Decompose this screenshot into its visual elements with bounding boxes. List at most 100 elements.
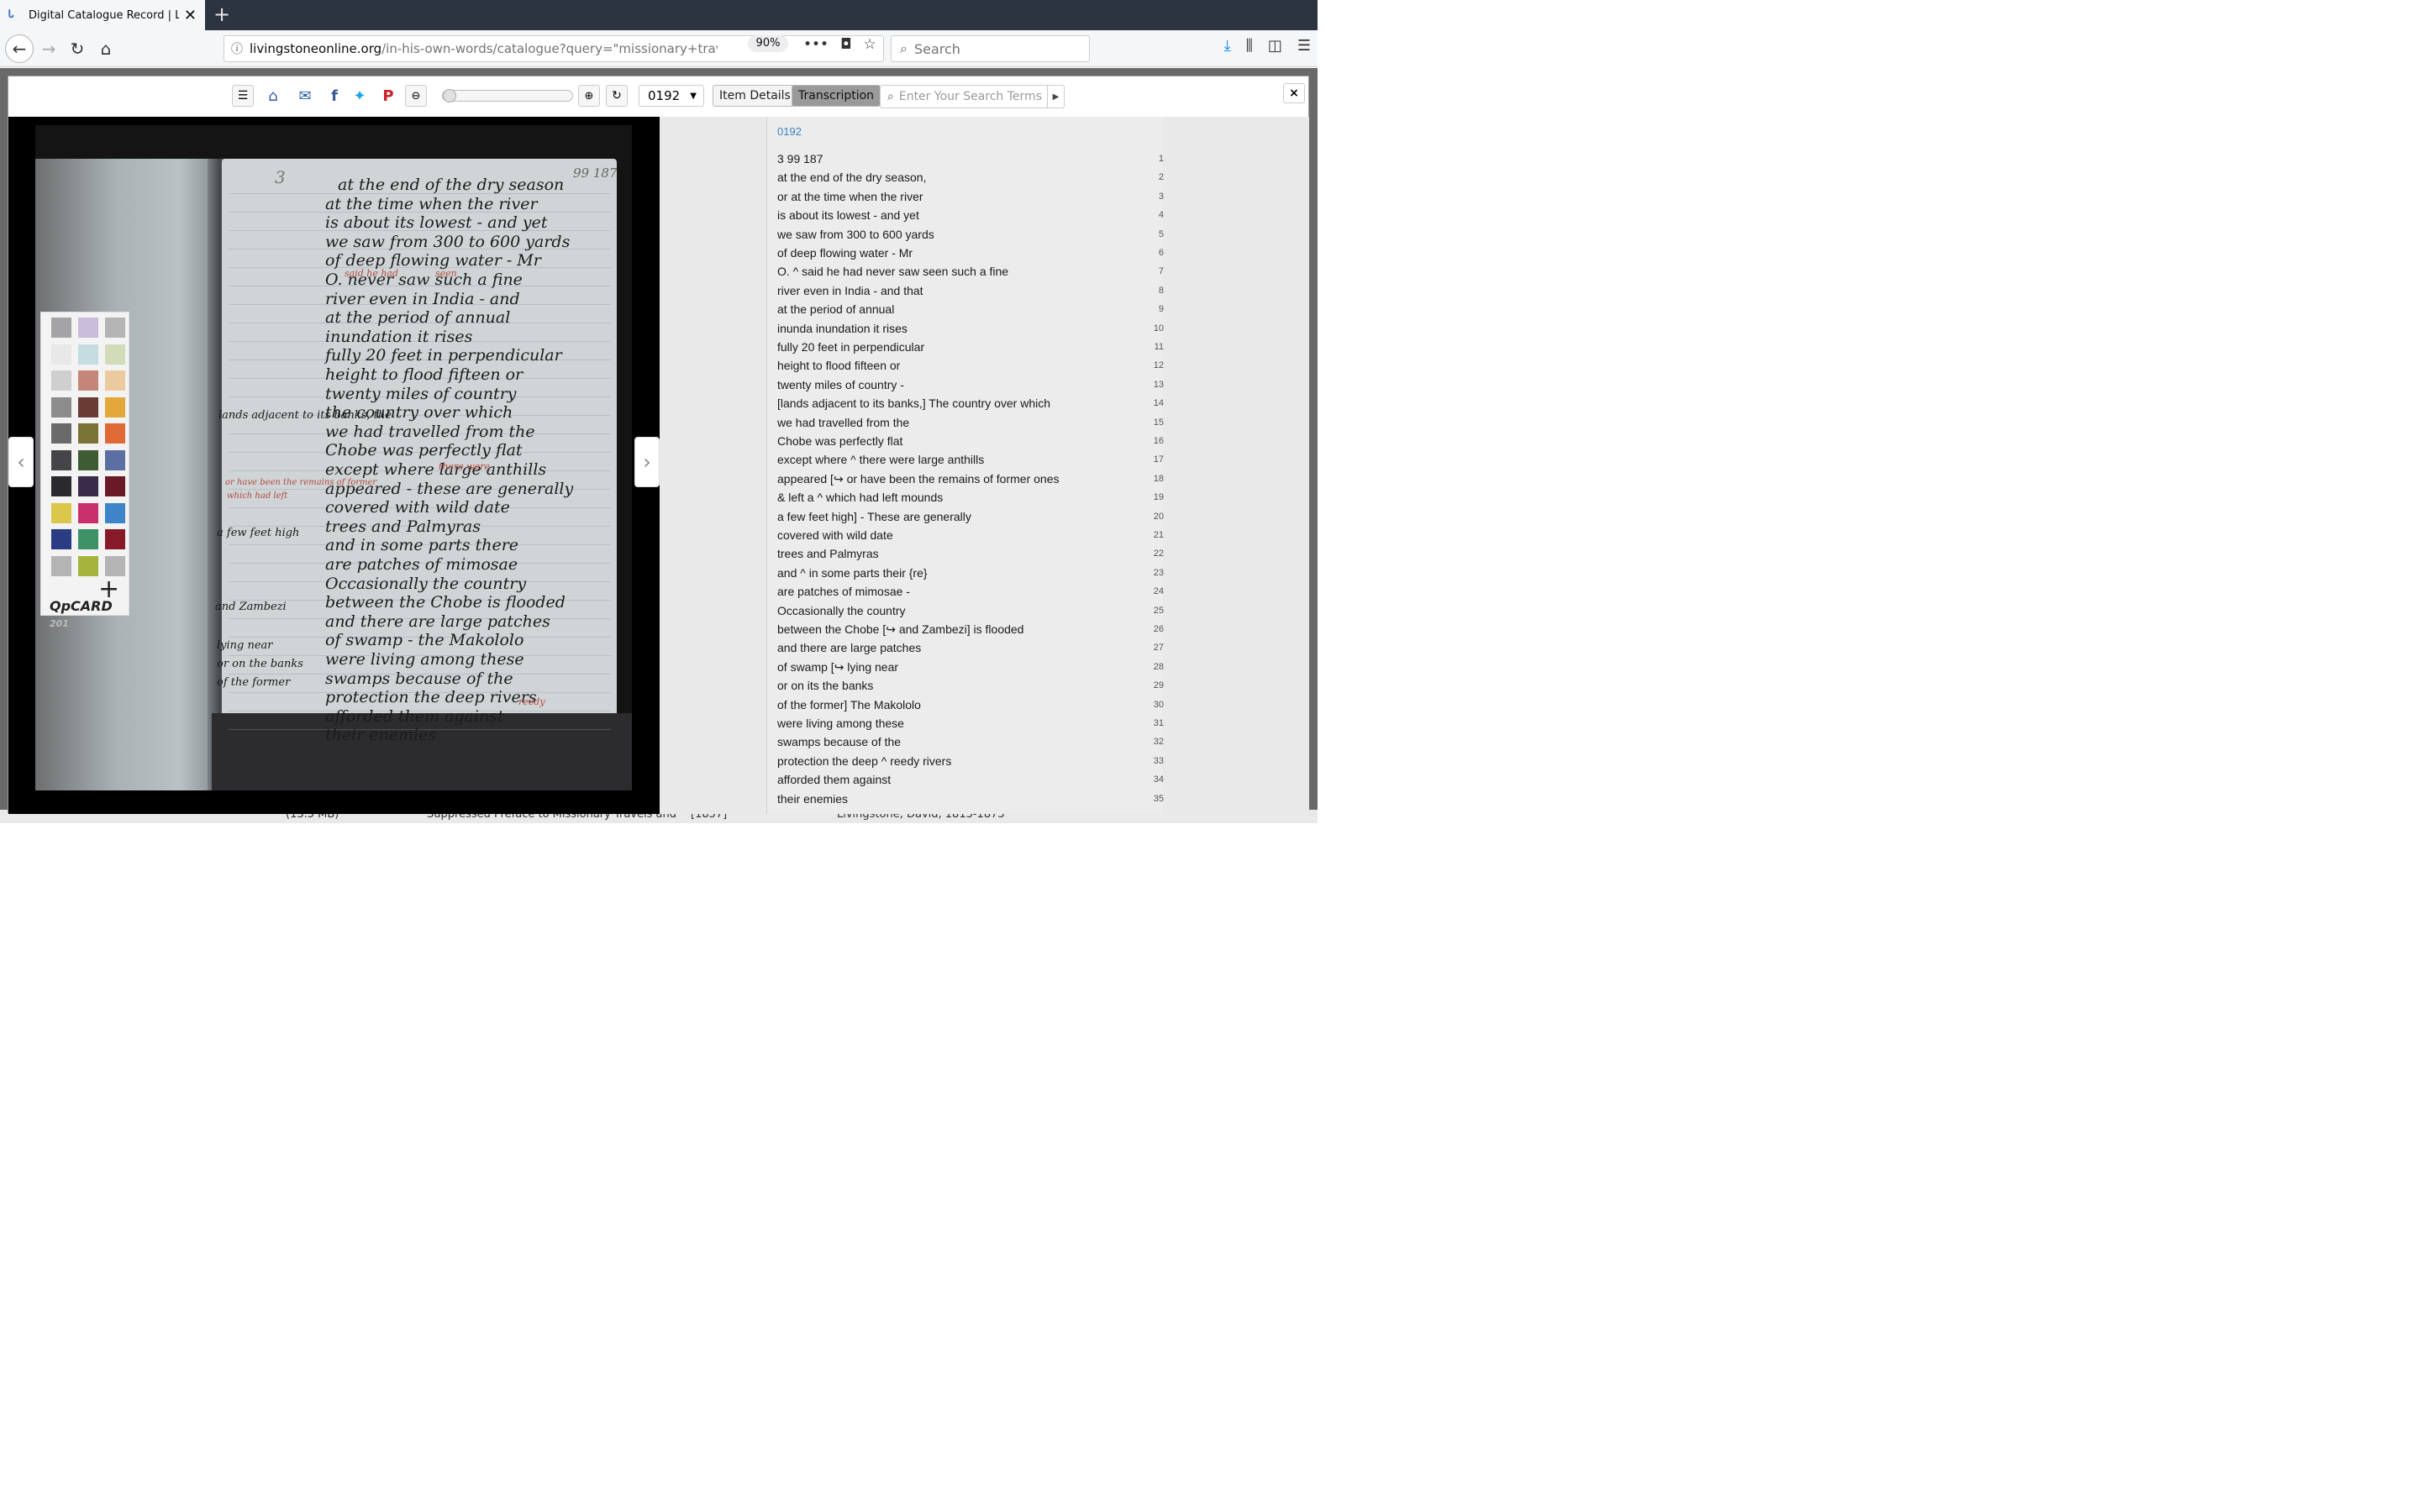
transcription-line: of swamp [↪ lying near xyxy=(777,659,899,674)
zoom-out-button[interactable]: ⊖ xyxy=(405,85,427,107)
color-swatch xyxy=(78,502,98,523)
line-number: 17 xyxy=(1153,454,1164,465)
color-swatch xyxy=(105,370,125,391)
reload-button[interactable]: ↻ xyxy=(64,35,91,62)
facebook-button[interactable]: f xyxy=(326,85,343,107)
transcription-folio-number[interactable]: 0192 xyxy=(777,125,802,138)
viewer-modal: ☰ ⌂ ✉ f ✦ P ⊖ ⊕ ↻ 0192 ▼ Item Details Tr… xyxy=(8,76,1309,814)
item-details-button[interactable]: Item Details xyxy=(713,85,797,107)
line-number: 18 xyxy=(1153,473,1164,484)
sidebar-icon[interactable]: ◫ xyxy=(1268,37,1282,55)
handwriting-line: Chobe was perfectly flat xyxy=(325,441,523,460)
forward-button[interactable]: → xyxy=(35,35,62,62)
close-modal-button[interactable]: × xyxy=(1283,83,1305,103)
browser-toolbar-icons: ⤓ ⫼ ◫ ☰ xyxy=(1224,37,1311,55)
twitter-button[interactable]: ✦ xyxy=(350,85,370,107)
image-viewer[interactable]: 3 99 187 at the end of the dry season at … xyxy=(8,117,660,814)
transcription-line: 3 99 187 xyxy=(777,152,823,165)
handwriting-line: and there are large patches xyxy=(325,612,550,631)
tab-close-icon[interactable]: ✕ xyxy=(184,7,197,24)
pocket-icon[interactable]: ◘ xyxy=(840,36,851,53)
manuscript-scan: 3 99 187 at the end of the dry season at … xyxy=(35,125,632,790)
transcription-line: except where ^ there were large anthills xyxy=(777,453,985,467)
zoom-out-icon: ⊖ xyxy=(411,89,421,102)
handwriting-line: inundation it rises xyxy=(325,327,473,346)
zoom-slider-handle[interactable] xyxy=(443,89,456,102)
download-icon[interactable]: ⤓ xyxy=(1224,37,1231,55)
search-input[interactable]: ⌕ Search xyxy=(891,35,1090,62)
handwriting-line: twenty miles of country xyxy=(325,384,517,403)
page-actions-icon[interactable]: ••• xyxy=(803,36,829,53)
color-swatch xyxy=(105,449,125,470)
zoom-slider[interactable] xyxy=(442,89,573,102)
transcription-line: are patches of mimosae - xyxy=(777,585,910,599)
transcription-line: twenty miles of country - xyxy=(777,377,904,391)
search-terms-input[interactable]: ⌕ Enter Your Search Terms ▶ xyxy=(880,85,1065,108)
transcription-line: [lands adjacent to its banks,] The count… xyxy=(777,396,1051,411)
back-arrow-icon: ← xyxy=(12,39,27,59)
line-number: 14 xyxy=(1153,398,1164,409)
color-swatch xyxy=(51,370,71,391)
color-swatch xyxy=(51,449,71,470)
transcription-line: or at the time when the river xyxy=(777,189,923,203)
handwriting-line: we had travelled from the xyxy=(325,422,535,441)
zoom-indicator[interactable]: 90% xyxy=(748,35,788,52)
home-icon: ⌂ xyxy=(268,87,278,105)
pinterest-button[interactable]: P xyxy=(380,85,397,107)
transcription-line: a few feet high] - These are generally xyxy=(777,509,971,523)
transcription-line: we saw from 300 to 600 yards xyxy=(777,227,934,241)
previous-page-button[interactable]: ‹ xyxy=(8,437,34,487)
color-swatch xyxy=(51,476,71,496)
next-page-button[interactable]: › xyxy=(634,437,660,487)
search-go-button[interactable]: ▶ xyxy=(1047,86,1064,108)
email-button[interactable]: ✉ xyxy=(294,85,316,107)
color-swatch xyxy=(105,318,125,338)
line-number: 23 xyxy=(1153,567,1164,578)
hamburger-menu-icon[interactable]: ☰ xyxy=(1297,37,1311,55)
color-swatch xyxy=(51,529,71,549)
line-number: 15 xyxy=(1153,417,1164,428)
back-button[interactable]: ← xyxy=(5,34,34,63)
red-note: said he had xyxy=(345,268,399,279)
page-select[interactable]: 0192 ▼ xyxy=(639,85,704,107)
home-link[interactable]: ⌂ xyxy=(264,85,282,107)
line-number: 24 xyxy=(1153,586,1164,597)
handwriting-line: at the period of annual xyxy=(325,308,511,328)
page-number-pencil: 3 xyxy=(275,167,286,187)
handwriting-line: swamps because of the xyxy=(325,669,513,688)
chevron-right-icon: › xyxy=(643,450,651,474)
line-number: 16 xyxy=(1153,436,1164,446)
rotate-button[interactable]: ↻ xyxy=(606,85,628,107)
color-swatch xyxy=(105,502,125,523)
menu-button[interactable]: ☰ xyxy=(232,85,254,107)
chevron-down-icon: ▼ xyxy=(690,91,697,101)
new-tab-button[interactable]: + xyxy=(212,3,232,27)
transcription-line: of the former] The Makololo xyxy=(777,697,921,711)
navigation-bar: ← → ↻ ⌂ ⓘ livingstoneonline.org /in-his-… xyxy=(0,30,1318,67)
line-number: 2 xyxy=(1158,172,1164,183)
browser-tab-active[interactable]: Ꮣ Digital Catalogue Record | Livin ✕ xyxy=(0,0,205,30)
margin-note: or have been the remains of former xyxy=(225,478,377,487)
color-swatch xyxy=(51,396,71,417)
list-menu-icon: ☰ xyxy=(237,89,249,102)
site-info-icon[interactable]: ⓘ xyxy=(231,40,243,57)
zoom-in-button[interactable]: ⊕ xyxy=(578,85,600,107)
line-number: 34 xyxy=(1153,774,1164,785)
line-number: 11 xyxy=(1154,342,1164,352)
margin-note: and Zambezi xyxy=(215,601,287,613)
line-number: 32 xyxy=(1153,737,1164,748)
handwriting-line: at the end of the dry season xyxy=(338,176,565,194)
tab-strip: Ꮣ Digital Catalogue Record | Livin ✕ + xyxy=(0,0,1318,30)
bookmark-star-icon[interactable]: ☆ xyxy=(864,36,876,53)
handwriting-line: at the time when the river xyxy=(325,194,538,213)
transcription-line: swamps because of the xyxy=(777,735,902,749)
line-number: 28 xyxy=(1153,661,1164,672)
transcription-line: height to flood fifteen or xyxy=(777,359,901,373)
margin-note: or on the banks xyxy=(217,658,303,670)
transcription-line: of deep flowing water - Mr xyxy=(777,246,913,260)
home-button[interactable]: ⌂ xyxy=(92,35,119,62)
line-number: 8 xyxy=(1158,285,1164,296)
viewer-toolbar: ☰ ⌂ ✉ f ✦ P ⊖ ⊕ ↻ 0192 ▼ Item Details Tr… xyxy=(8,76,1308,117)
transcription-button[interactable]: Transcription xyxy=(792,85,881,107)
library-icon[interactable]: ⫼ xyxy=(1246,37,1253,55)
